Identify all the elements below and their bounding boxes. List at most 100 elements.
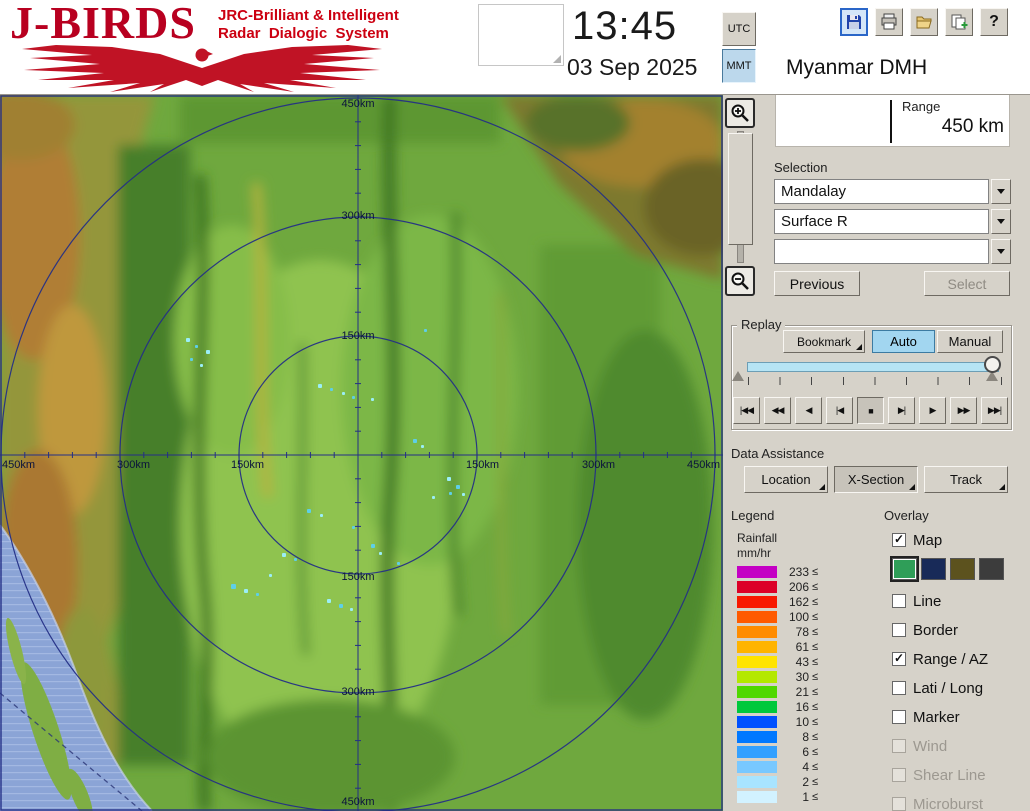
overlay-checkbox[interactable]: ✓: [892, 739, 906, 753]
legend-row: 10 ≤: [737, 714, 818, 729]
overlay-item-label: Line: [913, 592, 942, 610]
playback-button[interactable]: ▶|: [888, 397, 915, 424]
legend-color-swatch: [737, 565, 777, 578]
overlay-item[interactable]: ✓ Lati / Long: [892, 677, 1027, 699]
dropdown-arrow-button[interactable]: [991, 179, 1011, 204]
zoom-in-button[interactable]: [725, 98, 755, 128]
overlay-item[interactable]: ✓ Microburst: [892, 793, 1027, 811]
legend-color-swatch: [737, 730, 777, 743]
dropdown-field[interactable]: Mandalay: [774, 179, 989, 204]
replay-timeline-track[interactable]: [747, 362, 999, 372]
overlay-checkbox[interactable]: ✓: [892, 710, 906, 724]
data-assistance-button[interactable]: Location: [744, 466, 828, 493]
playback-button[interactable]: |◀◀: [733, 397, 760, 424]
legend-value: 21: [795, 684, 809, 699]
legend-value: 233: [788, 564, 809, 579]
app-logo-subtitle-2: Radar Dialogic System: [218, 25, 389, 42]
legend-color-swatch: [737, 610, 777, 623]
help-button[interactable]: ?: [980, 8, 1008, 36]
select-button[interactable]: Select: [924, 271, 1010, 296]
svg-text:300km: 300km: [582, 459, 615, 471]
legend-row: 1 ≤: [737, 789, 818, 804]
map-style-swatch[interactable]: [890, 556, 919, 582]
playback-button[interactable]: ◀: [795, 397, 822, 424]
legend-row: 2 ≤: [737, 774, 818, 789]
svg-text:300km: 300km: [341, 686, 374, 698]
legend-unit: mm/hr: [737, 546, 771, 560]
previous-button[interactable]: Previous: [774, 271, 860, 296]
mmt-toggle-button[interactable]: MMT: [722, 49, 756, 83]
clock-date: 03 Sep 2025: [567, 54, 698, 80]
svg-text:450km: 450km: [2, 459, 35, 471]
legend-operator: ≤: [812, 655, 819, 668]
legend-operator: ≤: [812, 775, 819, 788]
overlay-checkbox[interactable]: ✓: [892, 594, 906, 608]
map-style-swatch[interactable]: [979, 558, 1004, 580]
overlay-panel: ✓ Map ✓ Line ✓ Border: [890, 529, 1027, 811]
range-value: 450 km: [941, 116, 1004, 137]
playback-button[interactable]: ▶: [919, 397, 946, 424]
legend-value: 4: [802, 759, 809, 774]
overlay-item[interactable]: ✓ Shear Line: [892, 764, 1027, 786]
dropdown-field[interactable]: Surface R: [774, 209, 989, 234]
overlay-item[interactable]: ✓ Range / AZ: [892, 648, 1027, 670]
playback-button[interactable]: |◀: [826, 397, 853, 424]
manual-mode-button[interactable]: Manual: [937, 330, 1003, 353]
save-button[interactable]: [840, 8, 868, 36]
radar-map[interactable]: 450km 300km 150km 150km 300km 450km 450km 300km…: [0, 95, 723, 811]
overlay-item-label: Border: [913, 621, 959, 639]
selection-dropdown-row: Surface R: [774, 209, 1011, 234]
overlay-checkbox[interactable]: ✓: [892, 651, 906, 666]
legend-row: 206 ≤: [737, 579, 818, 594]
map-checkbox[interactable]: ✓: [892, 532, 906, 547]
map-style-swatch[interactable]: [950, 558, 975, 580]
overlay-checkbox[interactable]: ✓: [892, 623, 906, 637]
legend-row: 233 ≤: [737, 564, 818, 579]
data-assistance-button[interactable]: X-Section: [834, 466, 918, 493]
check-icon: ✓: [893, 651, 905, 665]
svg-text:150km: 150km: [341, 571, 374, 583]
legend-value: 1: [802, 789, 809, 804]
overlay-item[interactable]: ✓ Marker: [892, 706, 1027, 728]
overlay-item[interactable]: ✓ Border: [892, 619, 1027, 641]
playback-button[interactable]: ■: [857, 397, 884, 424]
dropdown-arrow-button[interactable]: [991, 239, 1011, 264]
legend-color-swatch: [737, 685, 777, 698]
export-button[interactable]: [945, 8, 973, 36]
app-logo-subtitle-1: JRC-Brilliant & Intelligent: [218, 7, 399, 24]
overlay-checkbox[interactable]: ✓: [892, 768, 906, 782]
data-assistance-button[interactable]: Track: [924, 466, 1008, 493]
overlay-checkbox[interactable]: ✓: [892, 797, 906, 811]
dropdown-arrow-button[interactable]: [991, 209, 1011, 234]
overlay-checkbox[interactable]: ✓: [892, 681, 906, 695]
svg-text:150km: 150km: [466, 459, 499, 471]
auto-mode-button[interactable]: Auto: [872, 330, 935, 353]
legend-operator: ≤: [812, 565, 819, 578]
legend-row: 21 ≤: [737, 684, 818, 699]
zoom-slider-thumb[interactable]: [728, 133, 753, 245]
legend-operator: ≤: [812, 640, 819, 653]
radar-map-area[interactable]: 450km 300km 150km 150km 300km 450km 450km 300km…: [0, 95, 723, 811]
overlay-item[interactable]: ✓ Line: [892, 590, 1027, 612]
app-window: J-BIRDS JRC-Brilliant & Intelligent Rada…: [0, 0, 1030, 811]
site-image-box: [478, 4, 564, 66]
svg-text:150km: 150km: [341, 330, 374, 342]
open-folder-button[interactable]: [910, 8, 938, 36]
dropdown-field[interactable]: [774, 239, 989, 264]
folder-icon: [916, 16, 932, 29]
legend-value: 43: [795, 654, 809, 669]
utc-toggle-button[interactable]: UTC: [722, 12, 756, 46]
legend-color-swatch: [737, 760, 777, 773]
zoom-out-button[interactable]: [725, 266, 755, 296]
playback-button[interactable]: ▶▶|: [981, 397, 1008, 424]
replay-timeline-handle[interactable]: [984, 356, 1001, 373]
overlay-item[interactable]: ✓ Wind: [892, 735, 1027, 757]
map-style-swatch[interactable]: [921, 558, 946, 580]
playback-button[interactable]: ◀◀: [764, 397, 791, 424]
legend-row: 6 ≤: [737, 744, 818, 759]
print-button[interactable]: [875, 8, 903, 36]
playback-button[interactable]: ▶▶: [950, 397, 977, 424]
bookmark-button[interactable]: Bookmark: [783, 330, 865, 353]
legend-color-swatch: [737, 670, 777, 683]
overlay-item-map[interactable]: ✓ Map: [892, 529, 1027, 551]
